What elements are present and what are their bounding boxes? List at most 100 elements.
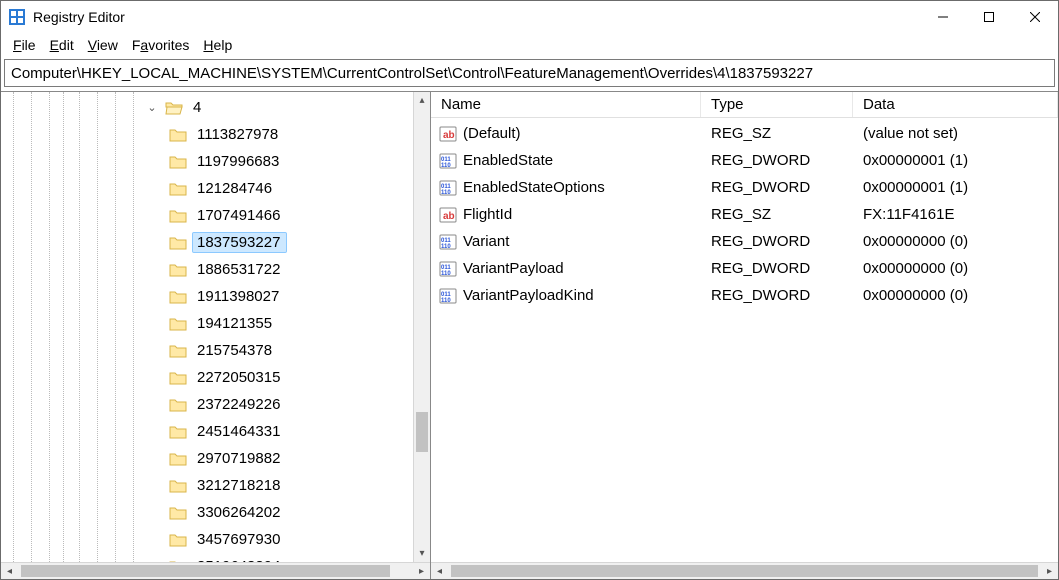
value-type: REG_SZ (701, 206, 853, 223)
scroll-up-arrow-icon[interactable]: ▴ (414, 92, 430, 109)
folder-icon (169, 477, 187, 495)
menu-favorites[interactable]: Favorites (126, 36, 196, 54)
tree-item[interactable]: 2970719882 (141, 445, 430, 472)
address-text: Computer\HKEY_LOCAL_MACHINE\SYSTEM\Curre… (11, 65, 813, 82)
minimize-icon (938, 12, 948, 22)
value-name: EnabledStateOptions (463, 179, 605, 196)
tree-item-label: 1837593227 (193, 233, 286, 252)
value-type: REG_DWORD (701, 233, 853, 250)
scroll-right-arrow-icon[interactable]: ▸ (413, 563, 430, 579)
values-pane: Name Type Data (Default)REG_SZ(value not… (431, 92, 1058, 579)
tree-item[interactable]: 1911398027 (141, 283, 430, 310)
scroll-right-arrow-icon[interactable]: ▸ (1041, 563, 1058, 579)
reg-dword-icon (439, 260, 457, 278)
folder-icon (169, 180, 187, 198)
column-header-name[interactable]: Name (431, 92, 701, 117)
tree-item-label: 3457697930 (193, 530, 286, 549)
tree-item-label: 215754378 (193, 341, 278, 360)
folder-icon (169, 288, 187, 306)
reg-sz-icon (439, 125, 457, 143)
value-data: (value not set) (853, 125, 1058, 142)
tree-item[interactable]: 1837593227 (141, 229, 430, 256)
menu-edit[interactable]: Edit (44, 36, 80, 54)
list-row[interactable]: FlightIdREG_SZFX:11F4161E (431, 201, 1058, 228)
value-name: VariantPayloadKind (463, 287, 594, 304)
folder-icon (169, 423, 187, 441)
tree-view[interactable]: ⌄411138279781197996683121284746170749146… (1, 92, 430, 562)
tree-item-label: 1197996683 (193, 152, 285, 171)
value-data: 0x00000001 (1) (853, 152, 1058, 169)
value-data: FX:11F4161E (853, 206, 1058, 223)
column-header-data[interactable]: Data (853, 92, 1058, 117)
tree-item[interactable]: 121284746 (141, 175, 430, 202)
tree-item-label: 194121355 (193, 314, 278, 333)
value-type: REG_DWORD (701, 152, 853, 169)
tree-item[interactable]: 1197996683 (141, 148, 430, 175)
tree-item[interactable]: 3306264202 (141, 499, 430, 526)
tree-item[interactable]: 215754378 (141, 337, 430, 364)
tree-horizontal-scrollbar[interactable]: ◂ ▸ (1, 562, 430, 579)
value-data: 0x00000000 (0) (853, 260, 1058, 277)
reg-dword-icon (439, 233, 457, 251)
close-button[interactable] (1012, 1, 1058, 33)
menu-help[interactable]: Help (197, 36, 238, 54)
list-row[interactable]: EnabledStateOptionsREG_DWORD0x00000001 (… (431, 174, 1058, 201)
address-bar[interactable]: Computer\HKEY_LOCAL_MACHINE\SYSTEM\Curre… (4, 59, 1055, 87)
collapse-icon[interactable]: ⌄ (145, 101, 159, 114)
tree-vertical-scrollbar[interactable]: ▴ ▾ (413, 92, 430, 562)
tree-item-label: 121284746 (193, 179, 278, 198)
tree-item[interactable]: 2372249226 (141, 391, 430, 418)
list-row[interactable]: EnabledStateREG_DWORD0x00000001 (1) (431, 147, 1058, 174)
close-icon (1030, 12, 1040, 22)
scroll-thumb[interactable] (21, 565, 390, 577)
folder-icon (169, 531, 187, 549)
tree-item[interactable]: 3212718218 (141, 472, 430, 499)
values-horizontal-scrollbar[interactable]: ◂ ▸ (431, 562, 1058, 579)
tree-item[interactable]: 3457697930 (141, 526, 430, 553)
menubar: File Edit View Favorites Help (1, 33, 1058, 57)
tree-item-label: 2451464331 (193, 422, 286, 441)
column-header-type[interactable]: Type (701, 92, 853, 117)
tree-item[interactable]: 2451464331 (141, 418, 430, 445)
scroll-left-arrow-icon[interactable]: ◂ (1, 563, 18, 579)
value-name: (Default) (463, 125, 521, 142)
titlebar[interactable]: Registry Editor (1, 1, 1058, 33)
tree-item[interactable]: 3519648394 (141, 553, 430, 562)
menu-file[interactable]: File (7, 36, 42, 54)
maximize-button[interactable] (966, 1, 1012, 33)
scroll-left-arrow-icon[interactable]: ◂ (431, 563, 448, 579)
menu-view[interactable]: View (82, 36, 124, 54)
folder-icon (169, 450, 187, 468)
tree-item[interactable]: 1113827978 (141, 121, 430, 148)
scroll-thumb[interactable] (416, 412, 428, 452)
scroll-thumb[interactable] (451, 565, 1038, 577)
window-title: Registry Editor (33, 9, 920, 25)
tree-item[interactable]: 2272050315 (141, 364, 430, 391)
tree-item-label: 4 (189, 98, 207, 117)
list-view[interactable]: Name Type Data (Default)REG_SZ(value not… (431, 92, 1058, 562)
value-data: 0x00000000 (0) (853, 287, 1058, 304)
value-data: 0x00000001 (1) (853, 179, 1058, 196)
list-row[interactable]: VariantREG_DWORD0x00000000 (0) (431, 228, 1058, 255)
list-row[interactable]: (Default) REG_SZ(value not set) (431, 120, 1058, 147)
folder-icon (169, 342, 187, 360)
minimize-button[interactable] (920, 1, 966, 33)
value-type: REG_SZ (701, 125, 853, 142)
list-row[interactable]: VariantPayloadKind REG_DWORD0x00000000 (0… (431, 282, 1058, 309)
scroll-down-arrow-icon[interactable]: ▾ (414, 545, 430, 562)
value-name: VariantPayload (463, 260, 564, 277)
tree-item[interactable]: 1886531722 (141, 256, 430, 283)
value-type: REG_DWORD (701, 260, 853, 277)
tree-item-label: 3306264202 (193, 503, 286, 522)
tree-item[interactable]: 194121355 (141, 310, 430, 337)
tree-item[interactable]: 1707491466 (141, 202, 430, 229)
list-row[interactable]: VariantPayload REG_DWORD0x00000000 (0) (431, 255, 1058, 282)
regedit-icon (9, 9, 25, 25)
folder-icon (169, 369, 187, 387)
folder-icon (169, 396, 187, 414)
value-name: Variant (463, 233, 509, 250)
maximize-icon (984, 12, 994, 22)
value-type: REG_DWORD (701, 287, 853, 304)
tree-item-parent[interactable]: ⌄4 (141, 94, 430, 121)
tree-item-label: 1113827978 (193, 125, 284, 144)
